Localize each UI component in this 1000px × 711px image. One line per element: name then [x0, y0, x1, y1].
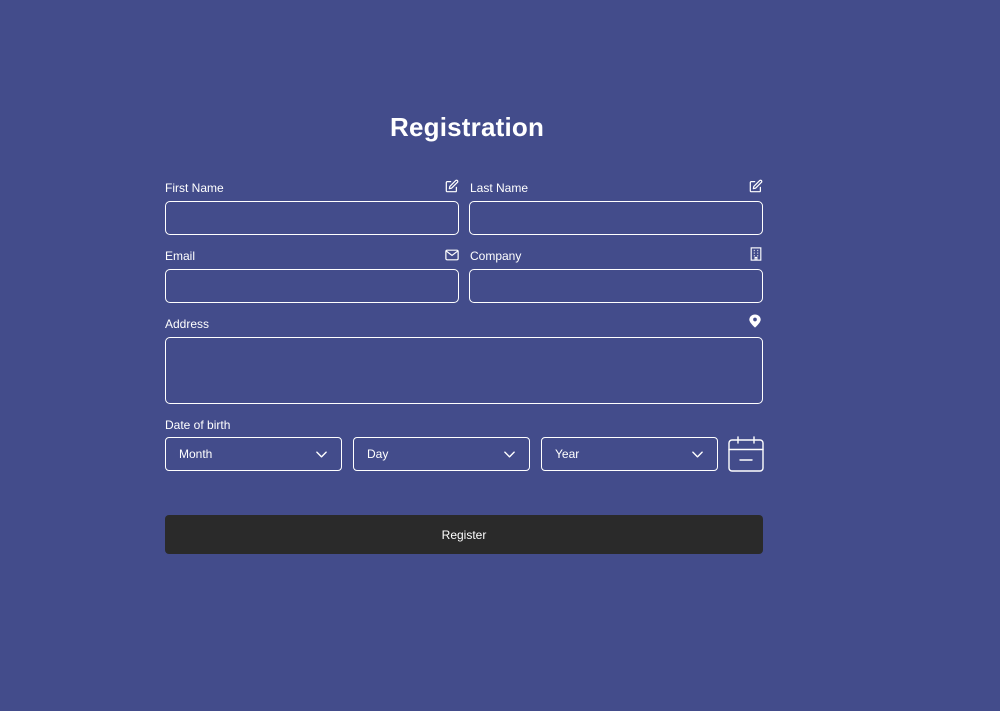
last-name-input[interactable]	[469, 201, 763, 235]
month-select-value: Month	[179, 447, 213, 461]
chevron-down-icon	[691, 448, 704, 461]
dob-label: Date of birth	[165, 418, 231, 432]
day-select-value: Day	[367, 447, 389, 461]
edit-icon	[445, 179, 459, 193]
company-input[interactable]	[469, 269, 763, 303]
company-label: Company	[470, 249, 522, 263]
chevron-down-icon	[315, 448, 328, 461]
last-name-label: Last Name	[470, 181, 529, 195]
address-label: Address	[165, 317, 210, 331]
year-select[interactable]: Year	[541, 437, 718, 471]
month-select[interactable]: Month	[165, 437, 342, 471]
day-select[interactable]: Day	[353, 437, 530, 471]
address-input[interactable]	[165, 337, 763, 404]
email-input[interactable]	[165, 269, 459, 303]
registration-page: Registration First Name Last Name Email …	[0, 0, 1000, 711]
page-title: Registration	[390, 112, 545, 142]
chevron-down-icon	[503, 448, 516, 461]
email-label: Email	[165, 249, 196, 263]
register-button[interactable]: Register	[165, 515, 763, 554]
building-icon	[749, 247, 763, 261]
edit-icon	[749, 179, 763, 193]
year-select-value: Year	[555, 447, 580, 461]
first-name-input[interactable]	[165, 201, 459, 235]
mail-icon	[445, 248, 459, 262]
calendar-icon[interactable]	[728, 436, 764, 472]
location-pin-icon	[748, 314, 762, 328]
first-name-label: First Name	[165, 181, 224, 195]
